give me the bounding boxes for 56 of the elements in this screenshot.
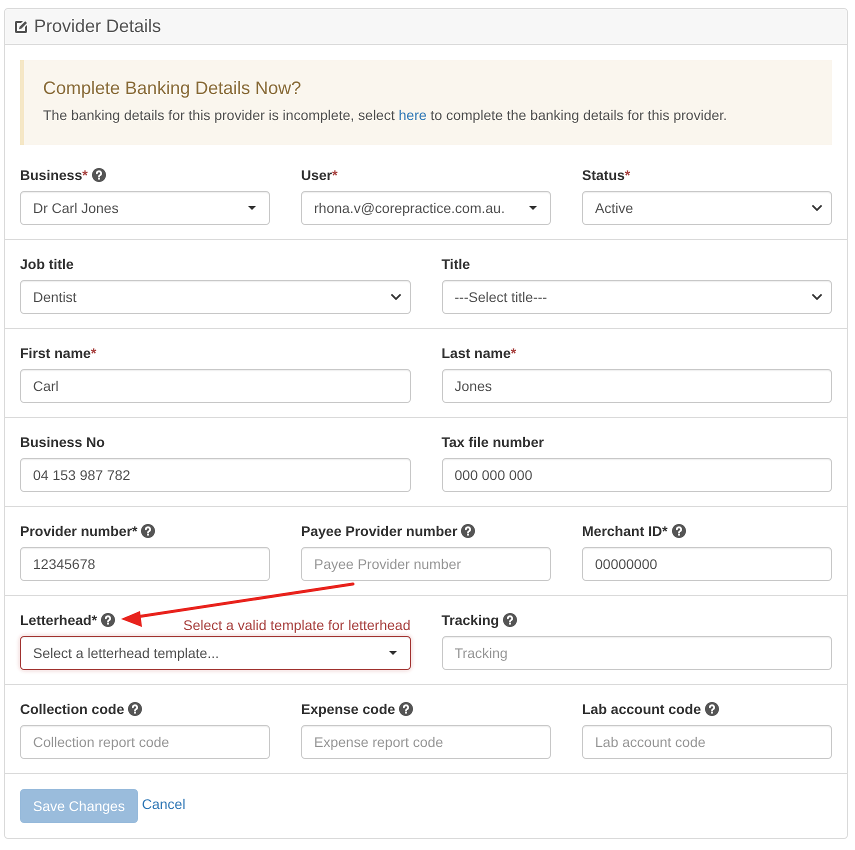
input-field[interactable]: 04 153 987 782 xyxy=(20,458,410,492)
chevron-down-icon xyxy=(390,294,400,300)
field-label: Payee Provider number xyxy=(301,523,458,539)
help-icon[interactable] xyxy=(503,613,518,627)
field-label: Tracking xyxy=(442,612,500,628)
select-field[interactable]: ---Select title--- xyxy=(442,280,832,314)
field-label: Merchant ID* xyxy=(582,523,668,539)
field-label: Title xyxy=(442,256,470,272)
help-icon[interactable] xyxy=(399,702,414,716)
help-icon[interactable] xyxy=(705,702,720,716)
select-field[interactable]: Active xyxy=(582,191,832,225)
dropdown-field[interactable]: Dr Carl Jones xyxy=(20,191,270,225)
field-label: Job title xyxy=(20,256,74,272)
input-field[interactable]: Jones xyxy=(442,369,832,403)
input-field[interactable]: Expense report code xyxy=(301,725,551,759)
field-label: Status* xyxy=(582,167,630,183)
caret-icon xyxy=(388,651,396,655)
field-label: Lab account code xyxy=(582,701,702,717)
input-field[interactable]: Carl xyxy=(20,369,410,403)
cancel-link[interactable]: Cancel xyxy=(142,796,186,812)
help-icon[interactable] xyxy=(92,168,106,182)
input-field[interactable]: 00000000 xyxy=(582,547,832,581)
dropdown-field[interactable]: rhona.v@corepractice.com.au. xyxy=(301,191,551,225)
chevron-down-icon xyxy=(812,294,822,300)
error-message: Select a valid template for letterhead xyxy=(183,617,410,633)
field-label: Provider number* xyxy=(20,523,138,539)
field-label: First name* xyxy=(20,345,96,361)
caret-icon xyxy=(248,206,256,210)
input-field[interactable]: 000 000 000 xyxy=(442,458,832,492)
input-field[interactable]: Lab account code xyxy=(582,725,832,759)
field-label: Business* xyxy=(20,167,88,183)
dropdown-field[interactable]: Select a letterhead template... xyxy=(20,636,410,670)
alert-message: The banking details for this provider is incomplete, select here to complete the banking details for this provider. xyxy=(43,106,728,125)
field-label: Business No xyxy=(20,434,105,450)
help-icon[interactable] xyxy=(461,524,476,538)
here-link[interactable]: here xyxy=(398,107,427,123)
field-label: Letterhead* xyxy=(20,612,98,628)
chevron-down-icon xyxy=(812,205,822,211)
edit-icon xyxy=(14,20,28,34)
field-label: Tax file number xyxy=(442,434,544,450)
help-icon[interactable] xyxy=(672,524,686,538)
field-label: Last name* xyxy=(442,345,516,361)
field-label: Collection code xyxy=(20,701,124,717)
input-field[interactable]: Payee Provider number xyxy=(301,547,551,581)
field-label: User* xyxy=(301,167,338,183)
select-field[interactable]: Dentist xyxy=(20,280,410,314)
caret-icon xyxy=(529,206,537,210)
input-field[interactable]: Tracking xyxy=(442,636,832,670)
input-field[interactable]: Collection report code xyxy=(20,725,270,759)
field-label: Expense code xyxy=(301,701,396,717)
help-icon[interactable] xyxy=(128,702,142,716)
input-field[interactable]: 12345678 xyxy=(20,547,270,581)
panel-title: Provider Details xyxy=(34,17,162,36)
alert-heading: Complete Banking Details Now? xyxy=(43,77,302,99)
help-icon[interactable] xyxy=(141,524,156,538)
help-icon[interactable] xyxy=(101,613,116,627)
